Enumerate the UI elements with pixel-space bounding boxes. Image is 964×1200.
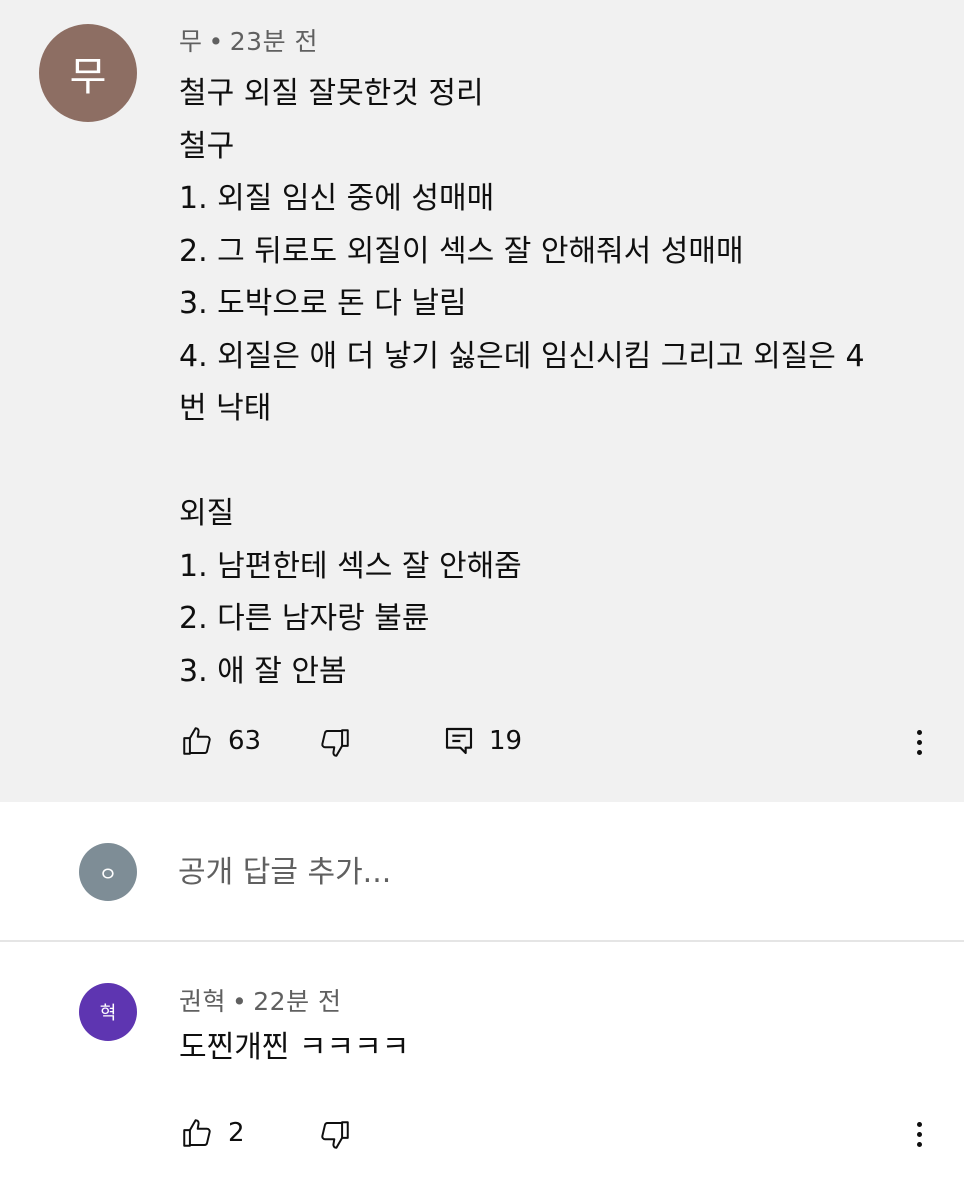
author-avatar[interactable]: 혁	[79, 983, 137, 1041]
dislike-button[interactable]	[318, 726, 352, 760]
thumbs-down-icon	[318, 726, 352, 760]
comment-line: 4. 외질은 애 더 낳기 싫은데 임신시킴 그리고 외질은 4	[179, 338, 865, 374]
comment-line: 철구 외질 잘못한것 정리	[179, 76, 484, 111]
meta-separator: •	[232, 987, 248, 1016]
comment-line: 외질	[179, 496, 235, 531]
thumbs-up-icon	[180, 1116, 214, 1150]
replies-button[interactable]: 19	[443, 724, 522, 758]
avatar-letter: 혁	[99, 1003, 117, 1024]
more-vert-icon[interactable]	[907, 1114, 931, 1154]
thumbs-down-icon	[318, 1118, 352, 1152]
avatar-letter: ㅇ	[98, 861, 118, 886]
reply-input[interactable]	[178, 847, 878, 897]
avatar-letter: 무	[69, 54, 107, 100]
comment-line: 1. 외질 임신 중에 성매매	[179, 181, 495, 216]
add-reply-section: ㅇ	[0, 802, 964, 942]
more-vert-icon[interactable]	[907, 722, 931, 762]
thumbs-up-icon	[180, 724, 214, 758]
main-comment: 무 무 • 23분 전 철구 외질 잘못한것 정리 철구 1. 외질 임신 중에 성…	[0, 0, 964, 802]
comment-line: 번 낙태	[179, 391, 272, 426]
reply-body: 도찐개찐 ㅋㅋㅋㅋ	[179, 1030, 410, 1065]
like-button[interactable]: 2	[180, 1116, 245, 1150]
user-avatar: ㅇ	[79, 843, 137, 901]
like-button[interactable]: 63	[180, 724, 261, 758]
reply-comment: 혁 권혁 • 22분 전 도찐개찐 ㅋㅋㅋㅋ 2	[0, 944, 964, 1200]
author-name[interactable]: 권혁	[179, 987, 226, 1016]
comment-line: 철구	[179, 128, 235, 164]
comment-time[interactable]: 22분 전	[253, 987, 341, 1016]
dislike-button[interactable]	[318, 1118, 352, 1152]
like-count: 2	[228, 1118, 245, 1148]
comment-time[interactable]: 23분 전	[230, 27, 318, 56]
meta-separator: •	[208, 27, 224, 56]
comment-meta: 권혁 • 22분 전	[179, 982, 342, 1018]
comment-icon	[443, 724, 475, 758]
comment-line	[179, 436, 919, 489]
comment-line: 3. 애 잘 안봄	[179, 653, 347, 689]
comment-line: 3. 도박으로 돈 다 날림	[179, 286, 467, 321]
comment-line: 2. 다른 남자랑 불륜	[179, 601, 430, 636]
comment-body: 철구 외질 잘못한것 정리 철구 1. 외질 임신 중에 성매매 2. 그 뒤로…	[179, 68, 919, 698]
author-name[interactable]: 무	[179, 27, 203, 56]
comment-line: 1. 남편한테 섹스 잘 안해줌	[179, 548, 522, 584]
reply-count: 19	[489, 726, 523, 756]
author-avatar[interactable]: 무	[39, 24, 137, 122]
like-count: 63	[228, 726, 262, 756]
comment-line: 2. 그 뒤로도 외질이 섹스 잘 안해줘서 성매매	[179, 233, 744, 269]
comment-meta: 무 • 23분 전	[179, 22, 318, 58]
